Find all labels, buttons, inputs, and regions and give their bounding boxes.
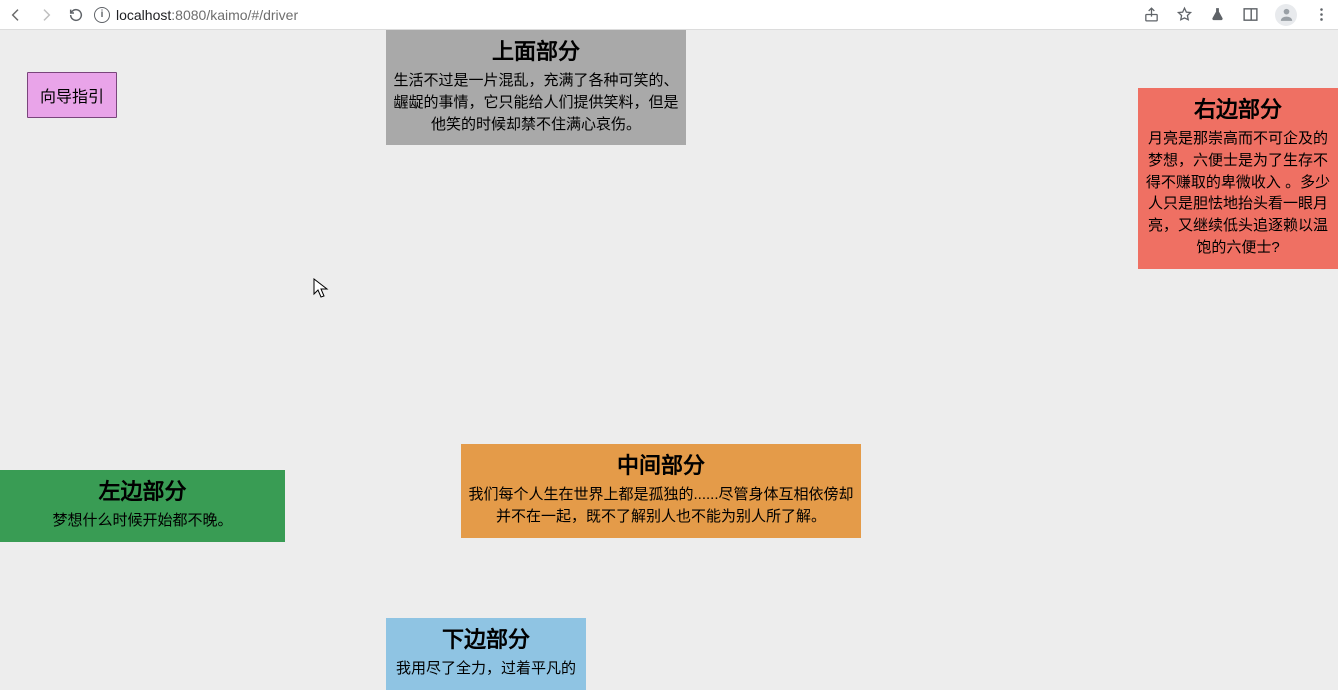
browser-toolbar: i localhost:8080/kaimo/#/driver xyxy=(0,0,1338,30)
card-left-body: 梦想什么时候开始都不晚。 xyxy=(6,510,279,532)
card-bottom-title: 下边部分 xyxy=(392,622,580,654)
back-icon[interactable] xyxy=(8,7,24,23)
page-content: 向导指引 上面部分 生活不过是一片混乱，充满了各种可笑的、龌龊的事情，它只能给人… xyxy=(0,30,1338,662)
card-mid-title: 中间部分 xyxy=(467,448,855,480)
card-right: 右边部分 月亮是那崇高而不可企及的梦想，六便士是为了生存不得不赚取的卑微收入 。… xyxy=(1138,88,1338,269)
profile-icon[interactable] xyxy=(1275,4,1297,26)
card-bottom: 下边部分 我用尽了全力，过着平凡的 xyxy=(386,618,586,690)
card-top: 上面部分 生活不过是一片混乱，充满了各种可笑的、龌龊的事情，它只能给人们提供笑料… xyxy=(386,30,686,145)
card-mid: 中间部分 我们每个人生在世界上都是孤独的......尽管身体互相依傍却并不在一起… xyxy=(461,444,861,538)
url-host: localhost xyxy=(116,7,171,23)
nav-controls xyxy=(8,7,84,23)
url-path: /kaimo/#/driver xyxy=(206,7,298,23)
card-left: 左边部分 梦想什么时候开始都不晚。 xyxy=(0,470,285,542)
card-right-body: 月亮是那崇高而不可企及的梦想，六便士是为了生存不得不赚取的卑微收入 。多少人只是… xyxy=(1144,128,1332,259)
cursor-icon xyxy=(313,278,329,305)
guide-button[interactable]: 向导指引 xyxy=(27,72,117,118)
star-icon[interactable] xyxy=(1176,6,1193,23)
card-top-body: 生活不过是一片混乱，充满了各种可笑的、龌龊的事情，它只能给人们提供笑料，但是他笑… xyxy=(392,70,680,135)
card-bottom-body: 我用尽了全力，过着平凡的 xyxy=(392,658,580,680)
toolbar-right xyxy=(1143,4,1330,26)
menu-icon[interactable] xyxy=(1313,6,1330,23)
forward-icon[interactable] xyxy=(38,7,54,23)
reload-icon[interactable] xyxy=(68,7,84,23)
panel-icon[interactable] xyxy=(1242,6,1259,23)
flask-icon[interactable] xyxy=(1209,6,1226,23)
url-port: :8080 xyxy=(171,7,206,23)
card-top-title: 上面部分 xyxy=(392,34,680,66)
card-right-title: 右边部分 xyxy=(1144,92,1332,124)
site-info-icon[interactable]: i xyxy=(94,7,110,23)
card-left-title: 左边部分 xyxy=(6,474,279,506)
address-bar[interactable]: i localhost:8080/kaimo/#/driver xyxy=(94,7,1133,23)
share-icon[interactable] xyxy=(1143,6,1160,23)
card-mid-body: 我们每个人生在世界上都是孤独的......尽管身体互相依傍却并不在一起，既不了解… xyxy=(467,484,855,528)
